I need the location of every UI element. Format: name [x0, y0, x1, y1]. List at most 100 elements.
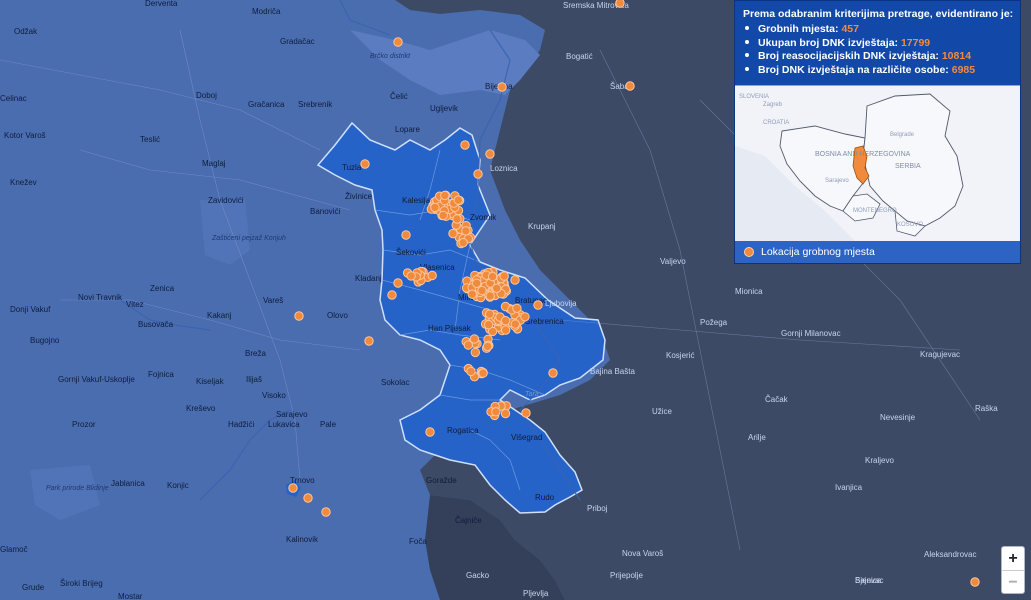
- grave-marker[interactable]: [510, 275, 520, 285]
- grave-marker[interactable]: [548, 368, 558, 378]
- label-kresevo: Kreševo: [186, 404, 216, 413]
- grave-marker[interactable]: [512, 303, 522, 313]
- label-knezevo: Knežev: [10, 178, 37, 187]
- grave-marker[interactable]: [466, 366, 476, 377]
- grave-marker[interactable]: [470, 347, 480, 358]
- grave-marker[interactable]: [492, 283, 502, 293]
- label-zavidovici: Zavidovići: [208, 196, 244, 205]
- grave-marker[interactable]: [288, 483, 298, 493]
- label-gornji-vakuf: Gornji Vakuf-Uskoplje: [58, 375, 135, 384]
- label-rudo: Rudo: [535, 493, 555, 502]
- label-pale: Pale: [320, 420, 337, 429]
- grave-marker[interactable]: [303, 493, 313, 503]
- stats-list: Grobnih mjesta: 457 Ukupan broj DNK izvj…: [735, 23, 1020, 77]
- label-vares: Vareš: [263, 296, 283, 305]
- label-cajnice: Čajniče: [455, 516, 482, 525]
- zoom-in-button[interactable]: +: [1002, 547, 1024, 570]
- label-sokolac: Sokolac: [381, 378, 409, 387]
- stat-razlicite-osobe: Broj DNK izvještaja na različite osobe: …: [743, 64, 1020, 78]
- grave-marker[interactable]: [294, 311, 304, 321]
- grave-marker[interactable]: [427, 270, 437, 281]
- inset-svg: SLOVENIA Zagreb CROATIA BOSNIA AND HERZE…: [735, 86, 1020, 241]
- grave-marker[interactable]: [430, 202, 440, 213]
- grave-marker[interactable]: [360, 159, 370, 169]
- grave-marker[interactable]: [501, 325, 511, 335]
- grave-marker[interactable]: [478, 368, 488, 378]
- grave-marker[interactable]: [463, 340, 473, 350]
- grave-marker[interactable]: [393, 278, 403, 288]
- grave-marker[interactable]: [321, 507, 331, 517]
- grave-marker[interactable]: [472, 278, 482, 288]
- grave-marker[interactable]: [482, 341, 493, 352]
- grave-marker[interactable]: [393, 37, 403, 47]
- label-cacak: Čačak: [765, 395, 789, 404]
- grave-marker[interactable]: [485, 149, 495, 159]
- inset-label-croatia: CROATIA: [763, 120, 789, 126]
- zoom-out-button[interactable]: −: [1002, 570, 1024, 594]
- inset-label-zagreb: Zagreb: [763, 102, 783, 108]
- label-kalesija: Kalesija: [402, 196, 431, 205]
- label-gornji-milanovac: Gornji Milanovac: [781, 329, 841, 338]
- inset-label-kosovo: KOSOVO: [897, 222, 923, 228]
- label-gracanica: Gračanica: [248, 100, 285, 109]
- label-kladanj: Kladanj: [355, 274, 382, 283]
- inset-label-serbia: SERBIA: [895, 163, 921, 170]
- grave-marker[interactable]: [467, 289, 477, 299]
- label-bugojno: Bugojno: [30, 336, 60, 345]
- grave-marker[interactable]: [487, 271, 498, 282]
- grave-marker[interactable]: [510, 319, 520, 329]
- label-kakanj: Kakanj: [207, 311, 232, 320]
- label-siroki-brijeg: Široki Brijeg: [60, 579, 103, 588]
- grave-marker[interactable]: [453, 195, 463, 205]
- grave-marker[interactable]: [364, 336, 374, 346]
- grave-marker[interactable]: [520, 312, 530, 322]
- grave-marker[interactable]: [500, 316, 511, 326]
- inset-label-bosnia: BOSNIA AND HERZEGOVINA: [815, 151, 911, 158]
- grave-marker[interactable]: [458, 238, 468, 248]
- label-olovo: Olovo: [327, 311, 348, 320]
- grave-marker[interactable]: [521, 408, 531, 418]
- grave-marker[interactable]: [500, 408, 511, 419]
- grave-marker[interactable]: [401, 230, 411, 240]
- grave-marker[interactable]: [440, 190, 450, 201]
- grave-marker[interactable]: [387, 290, 397, 300]
- grave-marker[interactable]: [460, 140, 470, 150]
- grave-marker[interactable]: [970, 577, 980, 587]
- label-banovici: Banovići: [310, 207, 340, 216]
- grave-marker[interactable]: [438, 210, 448, 221]
- label-zivinice: Živinice: [345, 192, 373, 201]
- grave-marker[interactable]: [425, 427, 435, 437]
- label-breza: Breža: [245, 349, 266, 358]
- label-visegrad: Višegrad: [511, 433, 542, 442]
- grave-marker[interactable]: [461, 226, 471, 236]
- stat-grobnih-mjesta: Grobnih mjesta: 457: [743, 23, 1020, 37]
- label-celinac: Celinac: [0, 94, 27, 103]
- grave-marker[interactable]: [491, 407, 501, 417]
- label-lopare: Lopare: [395, 125, 420, 134]
- grave-marker[interactable]: [499, 271, 509, 281]
- grave-marker[interactable]: [533, 300, 543, 310]
- grave-marker[interactable]: [477, 285, 487, 296]
- stat-value: 6985: [951, 63, 976, 76]
- label-novi-travnik: Novi Travnik: [78, 293, 123, 302]
- grave-marker[interactable]: [473, 169, 483, 179]
- label-jablanica: Jablanica: [111, 479, 145, 488]
- inset-label-montenegro: MONTENEGRO: [853, 208, 897, 214]
- label-han-pijesak: Han Pijesak: [428, 324, 472, 333]
- stat-reasocijacijskih: Broj reasocijacijskih DNK izvještaja: 10…: [743, 50, 1020, 64]
- grave-marker[interactable]: [452, 214, 462, 224]
- stat-value: 17799: [900, 36, 931, 49]
- label-kotor-varos: Kotor Varoš: [4, 131, 46, 140]
- grave-marker[interactable]: [497, 82, 507, 92]
- grave-marker[interactable]: [406, 271, 416, 281]
- label-mostar: Mostar: [118, 592, 143, 600]
- grave-marker[interactable]: [485, 309, 495, 319]
- grave-marker[interactable]: [615, 0, 625, 8]
- label-tara: Tara: [525, 391, 539, 398]
- grave-marker[interactable]: [483, 320, 494, 330]
- grave-marker[interactable]: [485, 291, 495, 301]
- label-konjic: Konjic: [167, 481, 189, 490]
- grave-marker[interactable]: [625, 81, 635, 91]
- grave-marker[interactable]: [448, 228, 458, 239]
- label-aleksandrovac: Aleksandrovac: [924, 550, 976, 559]
